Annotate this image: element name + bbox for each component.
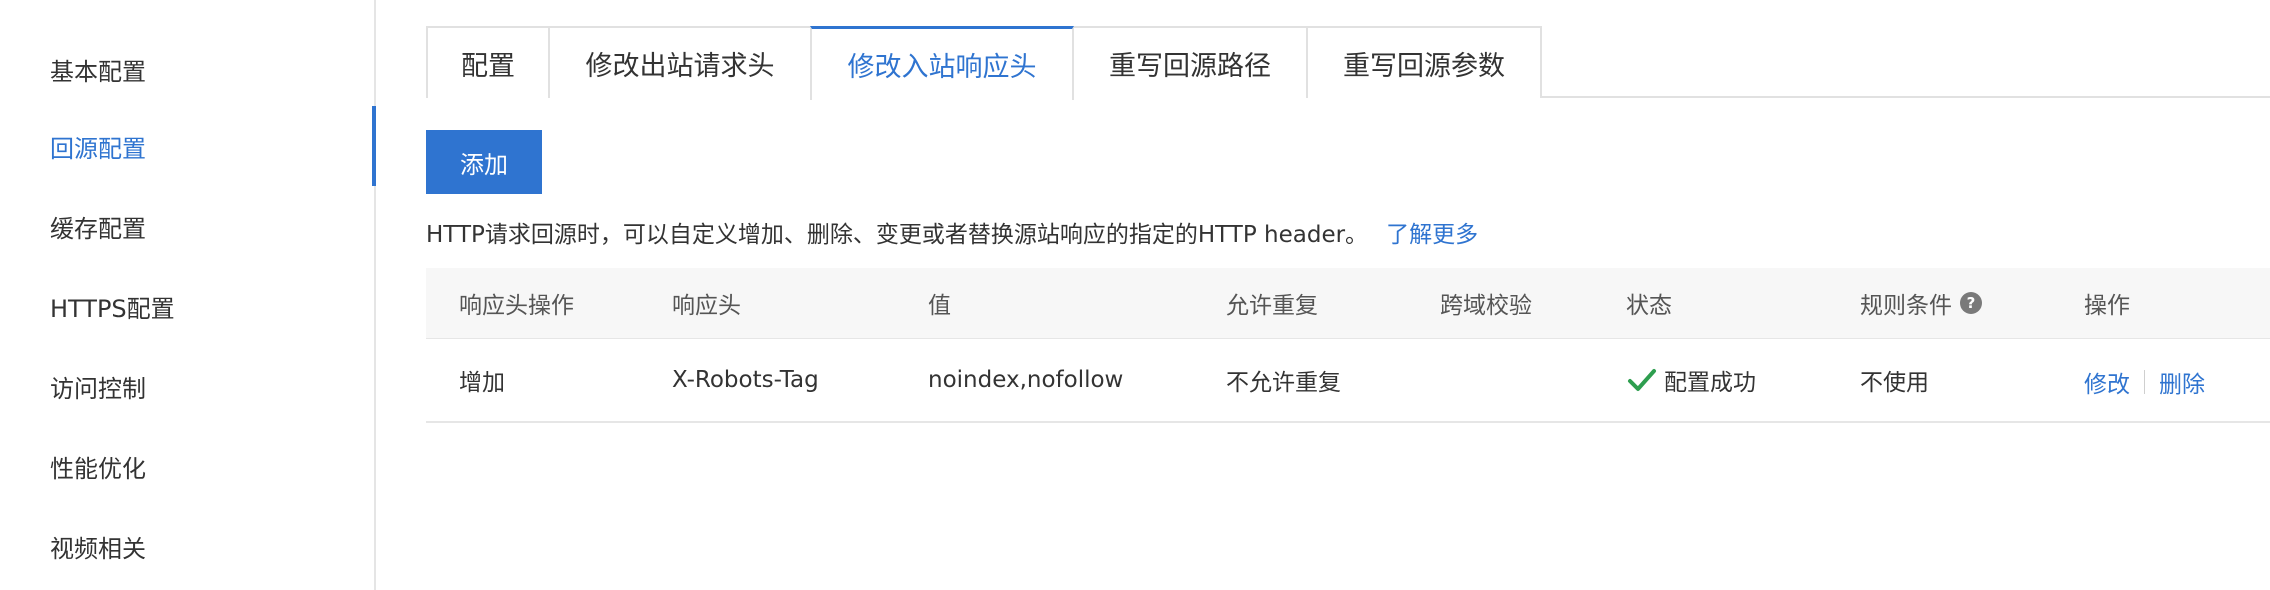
learn-more-link[interactable]: 了解更多 <box>1386 215 1478 249</box>
sidebar-item-performance[interactable]: 性能优化 <box>0 426 376 506</box>
sidebar-item-label: HTTPS配置 <box>50 294 175 323</box>
column-header-rule-condition-label: 规则条件 <box>1860 293 1952 319</box>
sidebar-item-access-control[interactable]: 访问控制 <box>0 346 376 426</box>
sidebar-item-label: 访问控制 <box>50 374 146 403</box>
sidebar-item-label: 基本配置 <box>50 57 146 86</box>
sidebar-item-basic-config[interactable]: 基本配置 <box>0 29 376 109</box>
question-circle-icon[interactable]: ? <box>1960 292 1982 314</box>
delete-link[interactable]: 删除 <box>2159 365 2205 399</box>
tab-bar: 配置 修改出站请求头 修改入站响应头 重写回源路径 重写回源参数 <box>426 26 2270 100</box>
cell-rule-condition: 不使用 <box>1860 370 1929 396</box>
description: HTTP请求回源时，可以自定义增加、删除、变更或者替换源站响应的指定的HTTP … <box>426 214 1478 250</box>
tab-label: 配置 <box>461 50 515 82</box>
sidebar-nav: 基本配置 回源配置 缓存配置 HTTPS配置 访问控制 性能优化 视频相关 <box>0 0 376 590</box>
tab-rewrite-origin-params[interactable]: 重写回源参数 <box>1306 26 1542 98</box>
cell-actions: 修改 删除 <box>2084 341 2205 423</box>
sidebar-item-https-config[interactable]: HTTPS配置 <box>0 266 376 346</box>
table-header-row: 响应头操作 响应头 值 允许重复 跨域校验 状态 规则条件 ? 操作 <box>426 268 2270 339</box>
sidebar-item-label: 缓存配置 <box>50 214 146 243</box>
cell-value: noindex,nofollow <box>928 367 1124 393</box>
description-text: HTTP请求回源时，可以自定义增加、删除、变更或者替换源站响应的指定的HTTP … <box>426 222 1369 248</box>
sidebar-item-label: 视频相关 <box>50 534 146 563</box>
tab-rewrite-origin-path[interactable]: 重写回源路径 <box>1072 26 1308 98</box>
sidebar-item-origin-config[interactable]: 回源配置 <box>0 106 376 186</box>
column-header-rule-condition: 规则条件 ? <box>1860 268 1982 338</box>
tab-label: 修改出站请求头 <box>585 50 775 82</box>
column-header-value: 值 <box>928 293 951 319</box>
tab-label: 重写回源参数 <box>1343 50 1505 82</box>
sidebar-item-label: 回源配置 <box>50 134 146 163</box>
cell-operation: 增加 <box>459 370 505 396</box>
cell-allow-duplicate: 不允许重复 <box>1226 370 1341 396</box>
column-header-status: 状态 <box>1626 293 1672 319</box>
column-header-cors-check: 跨域校验 <box>1440 293 1532 319</box>
cell-status: 配置成功 <box>1626 339 1756 421</box>
check-icon <box>1628 369 1656 391</box>
tab-config[interactable]: 配置 <box>426 26 550 98</box>
tab-label: 修改入站响应头 <box>847 52 1037 83</box>
column-header-operation: 响应头操作 <box>459 293 574 319</box>
action-divider <box>2144 370 2145 394</box>
table-row: 增加 X-Robots-Tag noindex,nofollow 不允许重复 配… <box>426 339 2270 423</box>
response-header-table: 响应头操作 响应头 值 允许重复 跨域校验 状态 规则条件 ? 操作 增加 X-… <box>426 268 2270 423</box>
add-button[interactable]: 添加 <box>426 130 542 194</box>
status-text: 配置成功 <box>1664 370 1756 396</box>
tab-label: 重写回源路径 <box>1109 50 1271 82</box>
sidebar-item-video[interactable]: 视频相关 <box>0 506 376 586</box>
cell-header: X-Robots-Tag <box>672 367 819 393</box>
tab-modify-outbound-request-header[interactable]: 修改出站请求头 <box>548 26 812 98</box>
edit-link[interactable]: 修改 <box>2084 365 2130 399</box>
sidebar-item-label: 性能优化 <box>50 454 146 483</box>
column-header-actions: 操作 <box>2084 293 2130 319</box>
main-content: 配置 修改出站请求头 修改入站响应头 重写回源路径 重写回源参数 添加 HTTP… <box>376 0 2270 590</box>
tab-modify-inbound-response-header[interactable]: 修改入站响应头 <box>810 26 1074 100</box>
column-header-allow-duplicate: 允许重复 <box>1226 293 1318 319</box>
sidebar-item-cache-config[interactable]: 缓存配置 <box>0 186 376 266</box>
column-header-header: 响应头 <box>672 293 741 319</box>
